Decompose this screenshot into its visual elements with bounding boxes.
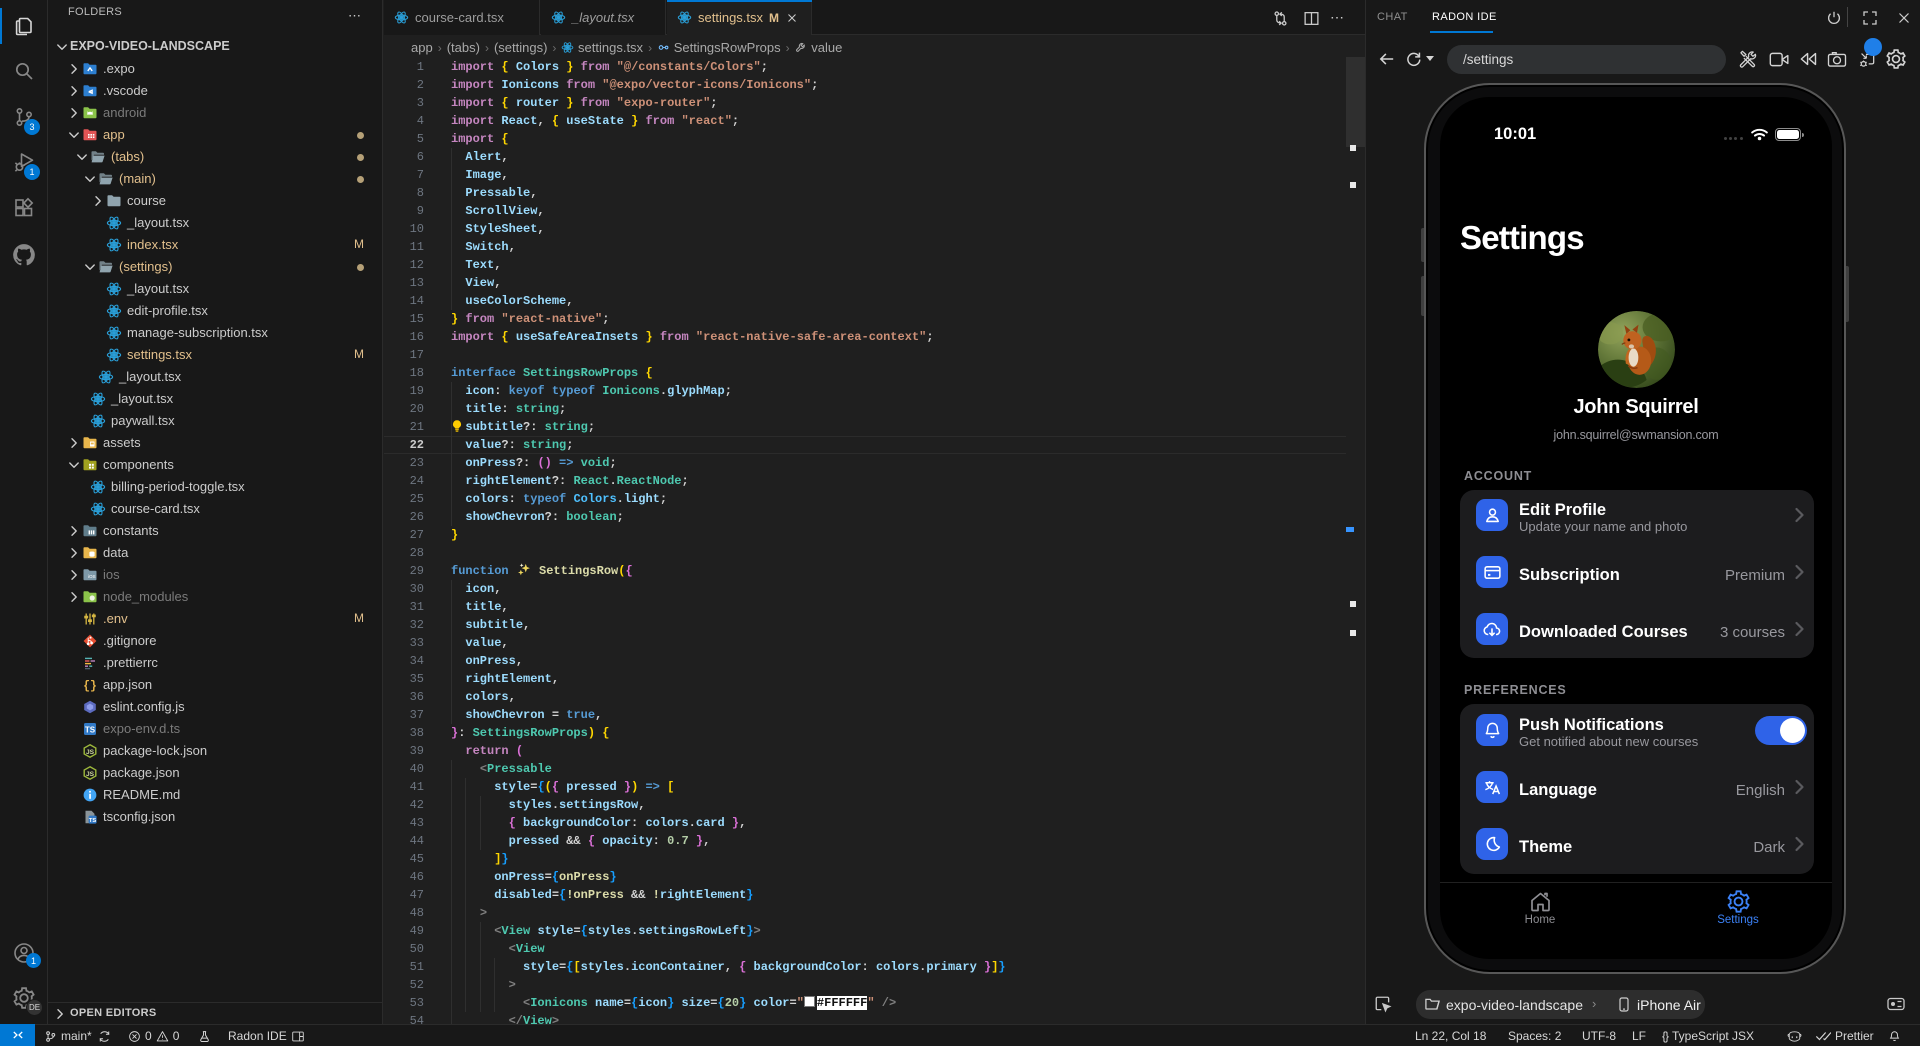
svg-text:TS: TS bbox=[85, 725, 96, 734]
svg-text:JS: JS bbox=[86, 771, 95, 778]
svg-text:{}: {} bbox=[83, 680, 97, 693]
svg-text:iOS: iOS bbox=[88, 574, 96, 579]
svg-text:TS: TS bbox=[89, 818, 97, 824]
svg-text:JS: JS bbox=[86, 749, 95, 756]
